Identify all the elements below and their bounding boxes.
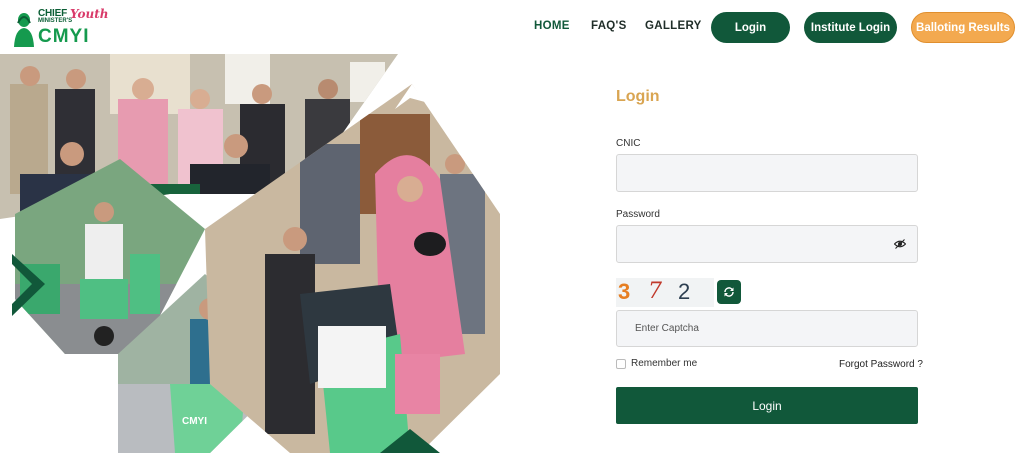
refresh-icon (724, 287, 734, 297)
captcha-input[interactable] (616, 310, 918, 347)
nav-faqs[interactable]: FAQ'S (591, 20, 627, 32)
captcha-image: 3 7 2 (616, 278, 714, 307)
remember-me-label: Remember me (631, 358, 698, 369)
captcha-refresh-button[interactable] (717, 280, 741, 304)
cnic-label: CNIC (616, 138, 641, 149)
captcha-char-3: 2 (678, 279, 691, 304)
captcha-char-2: 7 (648, 279, 662, 304)
logo-youth-script: Youth (70, 7, 109, 21)
header-login-button[interactable]: Login (711, 12, 790, 43)
nav-gallery[interactable]: GALLERY (645, 20, 702, 32)
hero-scooter-text: CMYI (182, 416, 207, 427)
hero-photo-collage: CMYI (0, 54, 500, 453)
password-input[interactable] (616, 225, 918, 263)
logo-line1-sub: MINISTER'S (38, 18, 73, 24)
nav-home[interactable]: HOME (534, 20, 570, 32)
checkbox-icon[interactable] (616, 358, 626, 369)
remember-me-checkbox[interactable]: Remember me (616, 358, 697, 369)
cnic-input[interactable] (616, 154, 918, 192)
login-submit-button[interactable]: Login (616, 387, 918, 424)
captcha-char-1: 3 (618, 279, 631, 304)
eye-icon[interactable] (894, 238, 906, 250)
login-title: Login (616, 88, 660, 105)
logo-cmyi: CMYI (38, 26, 90, 47)
login-page: CHIEF MINISTER'S Youth CMYI HOME FAQ'S G… (0, 0, 1024, 453)
balloting-results-button[interactable]: Balloting Results (911, 12, 1015, 43)
password-label: Password (616, 209, 660, 220)
institute-login-button[interactable]: Institute Login (804, 12, 897, 43)
forgot-password-link[interactable]: Forgot Password ? (839, 359, 923, 370)
cmyi-logo[interactable]: CHIEF MINISTER'S Youth CMYI (10, 5, 120, 49)
top-header: CHIEF MINISTER'S Youth CMYI HOME FAQ'S G… (0, 0, 1024, 54)
